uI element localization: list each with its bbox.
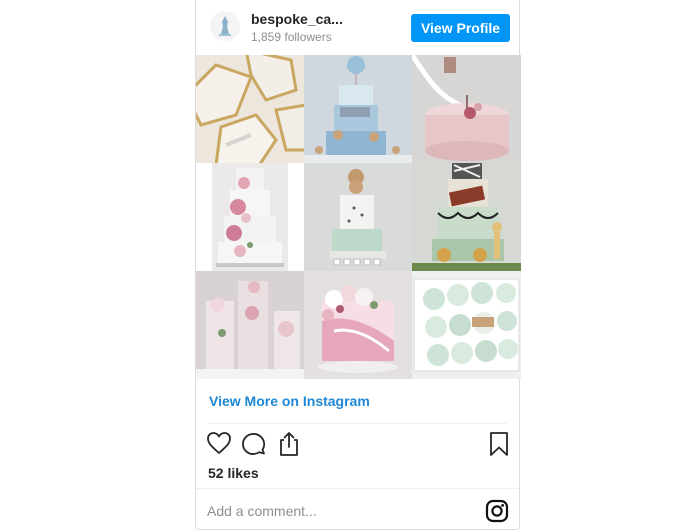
instagram-logo-icon[interactable] [485, 499, 509, 523]
divider [208, 423, 507, 424]
profile-header: bespoke_ca... 1,859 followers View Profi… [196, 0, 519, 55]
view-more-link[interactable]: View More on Instagram [209, 393, 370, 409]
profile-username[interactable]: bespoke_ca... [251, 11, 343, 27]
post-thumbnail[interactable] [196, 271, 304, 379]
post-thumbnail[interactable] [412, 55, 521, 163]
avatar[interactable] [210, 11, 240, 41]
post-thumbnail[interactable] [304, 163, 412, 271]
share-icon[interactable] [276, 430, 302, 458]
post-thumbnail[interactable] [196, 55, 304, 163]
instagram-embed: bespoke_ca... 1,859 followers View Profi… [195, 0, 521, 530]
post-thumbnail[interactable] [304, 55, 412, 163]
cake-logo-icon [219, 16, 231, 36]
post-thumbnail[interactable] [412, 271, 521, 379]
comment-icon[interactable] [240, 430, 266, 458]
bookmark-icon[interactable] [486, 430, 512, 458]
comment-input[interactable]: Add a comment... [207, 503, 317, 519]
view-profile-button[interactable]: View Profile [411, 14, 510, 42]
like-count: 52 likes [208, 465, 259, 481]
follower-count: 1,859 followers [251, 30, 332, 44]
post-thumbnail[interactable] [196, 163, 304, 271]
like-icon[interactable] [206, 430, 232, 458]
action-bar [196, 430, 519, 460]
post-thumbnail[interactable] [412, 163, 521, 271]
post-thumbnail[interactable] [304, 271, 412, 379]
divider [196, 488, 519, 489]
post-grid [196, 55, 521, 379]
